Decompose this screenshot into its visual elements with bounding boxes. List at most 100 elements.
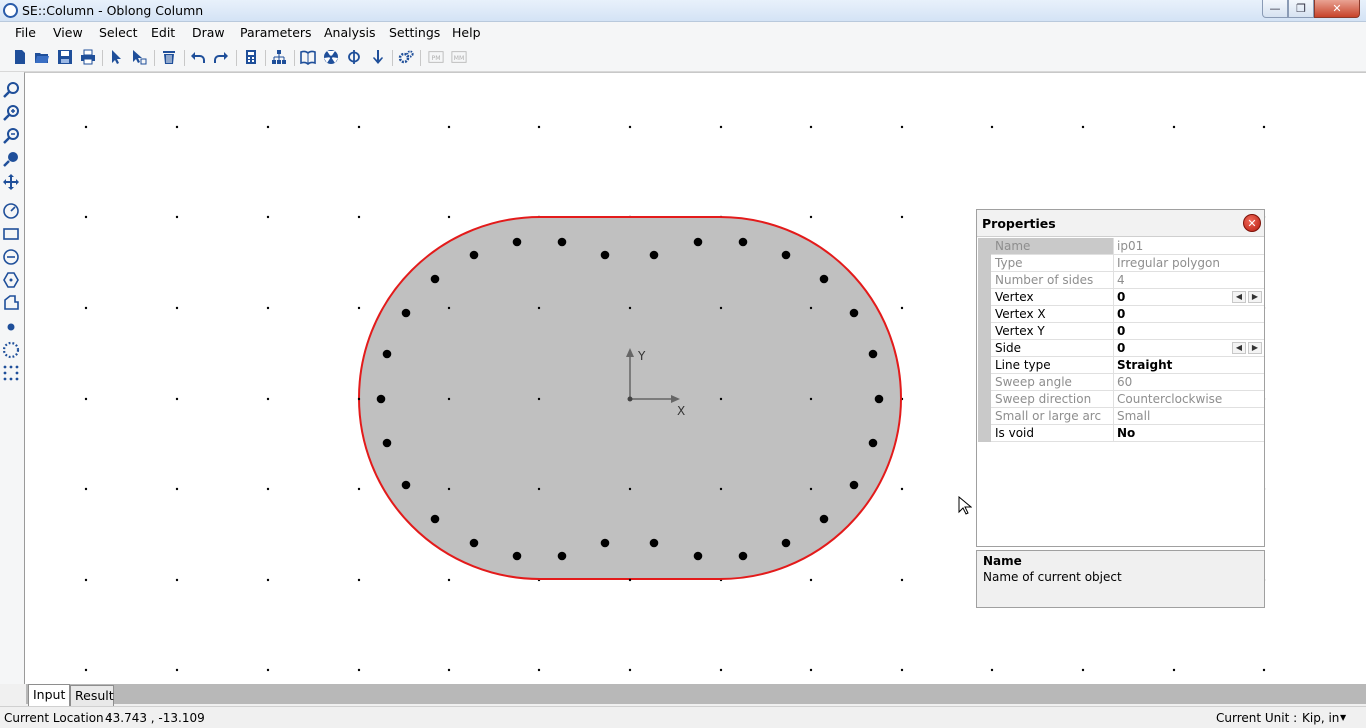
minimize-button[interactable]: — <box>1262 0 1288 18</box>
maximize-button[interactable]: ❐ <box>1288 0 1314 18</box>
menu-analysis[interactable]: Analysis <box>324 25 376 40</box>
property-row[interactable]: Sweep direction Counterclockwise <box>977 391 1264 408</box>
zoom-extent-icon[interactable] <box>2 150 20 168</box>
property-row[interactable]: Type Irregular polygon <box>977 255 1264 272</box>
rebar-dot[interactable] <box>469 250 479 260</box>
settings-gears-icon[interactable] <box>398 49 414 65</box>
rebar-dot[interactable] <box>469 538 479 548</box>
rebar-dot[interactable] <box>649 538 659 548</box>
menu-file[interactable]: File <box>15 25 36 40</box>
close-window-button[interactable]: ✕ <box>1314 0 1360 18</box>
pan-icon[interactable] <box>2 173 20 191</box>
print-icon[interactable] <box>80 49 96 65</box>
circular-bars-icon[interactable] <box>2 341 20 359</box>
property-row[interactable]: Small or large arc Small <box>977 408 1264 425</box>
rebar-dot[interactable] <box>512 551 522 561</box>
property-row[interactable]: Side 0 ◀ ▶ <box>977 340 1264 357</box>
rebar-dot[interactable] <box>693 237 703 247</box>
rebar-dot[interactable] <box>376 394 386 404</box>
menu-select[interactable]: Select <box>99 25 138 40</box>
property-row[interactable]: Vertex Y0 <box>977 323 1264 340</box>
hierarchy-icon[interactable] <box>271 49 287 65</box>
circle-section-icon[interactable] <box>2 248 20 266</box>
rebar-dot[interactable] <box>512 237 522 247</box>
delete-icon[interactable] <box>161 49 177 65</box>
circle-icon[interactable] <box>2 202 20 220</box>
spinner-right-icon[interactable]: ▶ <box>1248 342 1262 354</box>
property-row[interactable]: Line type Straight <box>977 357 1264 374</box>
phi-icon[interactable] <box>346 49 362 65</box>
rebar-dot[interactable] <box>401 308 411 318</box>
rebar-dot[interactable] <box>819 514 829 524</box>
rebar-dot[interactable] <box>557 551 567 561</box>
property-row[interactable]: Vertex 0 ◀ ▶ <box>977 289 1264 306</box>
property-value[interactable]: 0 <box>1114 306 1264 323</box>
select-window-icon[interactable] <box>131 49 147 65</box>
rebar-dot[interactable] <box>600 538 610 548</box>
rebar-dot[interactable] <box>401 480 411 490</box>
zoom-icon[interactable] <box>2 81 20 99</box>
redo-icon[interactable] <box>213 49 229 65</box>
radiation-icon[interactable] <box>323 49 339 65</box>
rebar-dot[interactable] <box>649 250 659 260</box>
rebar-dot[interactable] <box>430 514 440 524</box>
rebar-dot[interactable] <box>557 237 567 247</box>
rebar-dot[interactable] <box>382 349 392 359</box>
chevron-down-icon[interactable]: ▼ <box>1340 713 1346 722</box>
select-arrow-icon[interactable] <box>108 49 124 65</box>
rebar-dot[interactable] <box>738 237 748 247</box>
arrow-down-icon[interactable] <box>370 49 386 65</box>
new-file-icon[interactable] <box>12 49 28 65</box>
rebar-dot[interactable] <box>868 438 878 448</box>
rebar-dot[interactable] <box>738 551 748 561</box>
rebar-dot[interactable] <box>868 349 878 359</box>
mm-icon[interactable]: MM <box>450 49 468 65</box>
grid-dot <box>809 487 813 491</box>
property-row[interactable]: Vertex X0 <box>977 306 1264 323</box>
property-row[interactable]: Number of sides 4 <box>977 272 1264 289</box>
rebar-dot[interactable] <box>693 551 703 561</box>
rebar-dot[interactable] <box>849 308 859 318</box>
spinner-left-icon[interactable]: ◀ <box>1232 342 1246 354</box>
tab-input[interactable]: Input <box>28 684 70 706</box>
property-value[interactable]: No <box>1114 425 1264 442</box>
zoom-out-icon[interactable] <box>2 127 20 145</box>
save-icon[interactable] <box>57 49 73 65</box>
property-row[interactable]: Is void No <box>977 425 1264 442</box>
open-folder-icon[interactable] <box>34 49 50 65</box>
close-icon[interactable]: ✕ <box>1243 214 1261 232</box>
menu-edit[interactable]: Edit <box>151 25 175 40</box>
zoom-in-icon[interactable] <box>2 104 20 122</box>
unit-dropdown[interactable]: Kip, in <box>1302 711 1339 725</box>
irregular-polygon-icon[interactable] <box>2 294 20 312</box>
rebar-dot[interactable] <box>781 250 791 260</box>
rebar-dot[interactable] <box>382 438 392 448</box>
property-row[interactable]: Sweep angle 60 <box>977 374 1264 391</box>
property-value[interactable]: Straight <box>1114 357 1264 374</box>
menu-view[interactable]: View <box>53 25 83 40</box>
rectangle-icon[interactable] <box>2 225 20 243</box>
menu-settings[interactable]: Settings <box>389 25 440 40</box>
polygon-icon[interactable] <box>2 271 20 289</box>
spinner-right-icon[interactable]: ▶ <box>1248 291 1262 303</box>
tab-result[interactable]: Result <box>70 685 114 706</box>
spinner-left-icon[interactable]: ◀ <box>1232 291 1246 303</box>
property-row[interactable]: Name ip01 <box>977 238 1264 255</box>
property-value[interactable]: 0 <box>1114 323 1264 340</box>
rebar-dot[interactable] <box>874 394 884 404</box>
single-bar-icon[interactable] <box>2 318 20 336</box>
rebar-dot[interactable] <box>781 538 791 548</box>
undo-icon[interactable] <box>190 49 206 65</box>
menu-parameters[interactable]: Parameters <box>240 25 312 40</box>
pm-icon[interactable]: PM <box>427 49 445 65</box>
grid-dot <box>84 215 88 219</box>
menu-draw[interactable]: Draw <box>192 25 225 40</box>
rebar-dot[interactable] <box>819 274 829 284</box>
menu-help[interactable]: Help <box>452 25 481 40</box>
rebar-dot[interactable] <box>430 274 440 284</box>
calculator-icon[interactable] <box>243 49 259 65</box>
rect-bars-icon[interactable] <box>2 364 20 382</box>
book-icon[interactable] <box>300 49 316 65</box>
rebar-dot[interactable] <box>600 250 610 260</box>
rebar-dot[interactable] <box>849 480 859 490</box>
